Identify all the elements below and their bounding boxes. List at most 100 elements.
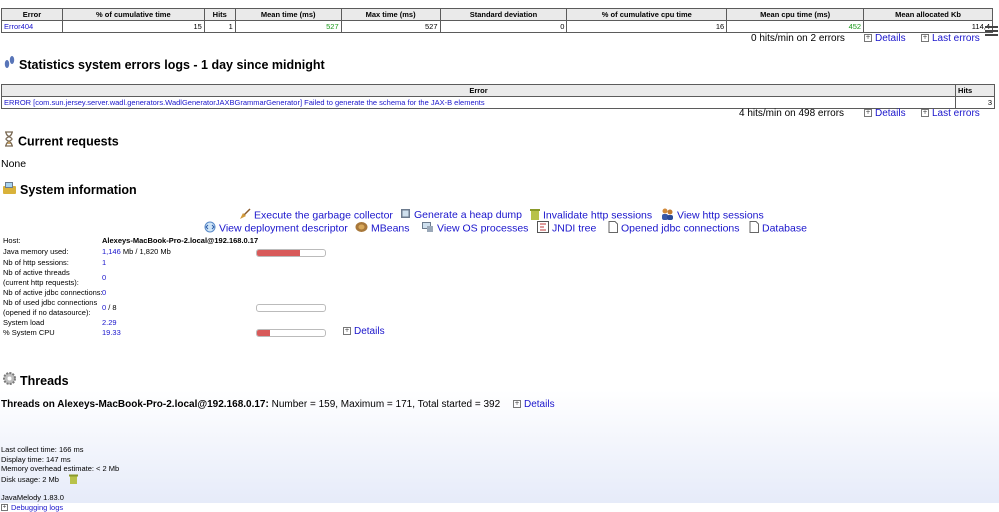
debug-logs-link[interactable]: +Debugging logs	[1, 503, 119, 512]
section-title: System information	[20, 183, 137, 197]
logs-last-errors-link[interactable]: +Last errors	[921, 108, 980, 119]
column-header: Mean cpu time (ms)	[727, 9, 864, 21]
computer-icon	[2, 180, 17, 200]
expand-icon: +	[343, 327, 351, 335]
memory-used-link[interactable]: 1,146	[102, 247, 121, 256]
jndi-tree-action[interactable]: JNDI tree	[537, 221, 596, 236]
column-header: Error	[2, 85, 956, 97]
mbeans-icon	[355, 221, 368, 236]
logs-details-link[interactable]: +Details	[864, 108, 906, 119]
version: JavaMelody 1.83.0	[1, 493, 119, 503]
used-jdbc-max: / 8	[106, 303, 116, 312]
deployment-descriptor-action[interactable]: View deployment descriptor	[204, 221, 348, 236]
xml-icon	[204, 221, 216, 236]
system-details-link[interactable]: +Details	[343, 326, 385, 337]
column-header: Standard deviation	[440, 9, 567, 21]
os-processes-action[interactable]: View OS processes	[421, 221, 528, 236]
host-value: Alexeys-MacBook-Pro-2.local@192.168.0.17	[102, 236, 258, 246]
host-label: Host:	[3, 236, 21, 246]
hamburger-menu-icon[interactable]	[985, 25, 998, 37]
column-header: Max time (ms)	[341, 9, 440, 21]
expand-icon: +	[1, 504, 8, 511]
threads-summary: Threads on Alexeys-MacBook-Pro-2.local@1…	[1, 399, 500, 410]
disk-usage: Disk usage: 2 Mb	[1, 474, 119, 487]
errors-details-link[interactable]: +Details	[864, 33, 906, 44]
memory-usage-bar	[256, 249, 326, 257]
load-link[interactable]: 2.29	[102, 318, 117, 328]
trash-icon[interactable]	[69, 474, 78, 487]
error-link[interactable]: Error404	[4, 22, 33, 31]
heap-dump-action[interactable]: Generate a heap dump	[400, 208, 522, 222]
threads-header: Threads	[2, 371, 69, 391]
current-requests-value: None	[1, 158, 26, 170]
display-time: Display time: 147 ms	[1, 455, 119, 465]
table-cell: 527	[235, 21, 341, 33]
table-cell: 114,4	[864, 21, 993, 33]
threads-details-link[interactable]: +Details	[513, 399, 555, 410]
table-cell: 16	[567, 21, 727, 33]
logs-table: Error Hits ERROR [com.sun.jersey.server.…	[1, 84, 995, 109]
section-title: Threads	[20, 374, 69, 388]
table-cell: 15	[62, 21, 204, 33]
column-header: Mean allocated Kb	[864, 9, 993, 21]
document-icon	[608, 221, 618, 236]
footprints-icon	[3, 55, 16, 75]
log-error-link[interactable]: ERROR [com.sun.jersey.server.wadl.genera…	[4, 98, 485, 107]
collect-time: Last collect time: 166 ms	[1, 445, 119, 455]
jdbc-label: Nb of active jdbc connections:	[3, 288, 103, 298]
cpu-link[interactable]: 19.33	[102, 328, 121, 338]
gear-icon	[2, 371, 17, 391]
column-header: % of cumulative time	[62, 9, 204, 21]
hourglass-icon	[3, 131, 15, 152]
table-cell: 3	[956, 97, 995, 109]
memory-label: Java memory used:	[3, 247, 68, 257]
section-title: Current requests	[18, 135, 119, 149]
used-jdbc-label: Nb of used jdbc connections (opened if n…	[3, 298, 97, 318]
column-header: Error	[2, 9, 63, 21]
table-row: ERROR [com.sun.jersey.server.wadl.genera…	[2, 97, 995, 109]
jdbc-usage-bar	[256, 304, 326, 312]
system-information-header: System information	[2, 180, 137, 200]
column-header: Mean time (ms)	[235, 9, 341, 21]
sessions-link[interactable]: 1	[102, 258, 106, 268]
errors-table-header: Error % of cumulative time Hits Mean tim…	[2, 9, 993, 21]
errors-summary: 0 hits/min on 2 errors	[751, 33, 845, 44]
expand-icon: +	[513, 400, 521, 408]
footer: Last collect time: 166 ms Display time: …	[1, 445, 119, 512]
current-requests-header: Current requests	[3, 131, 119, 152]
last-errors-link[interactable]: +Last errors	[921, 33, 980, 44]
memory-total: Mb / 1,820 Mb	[121, 247, 171, 256]
expand-icon: +	[864, 34, 872, 42]
cpu-usage-bar	[256, 329, 326, 337]
errors-table: Error % of cumulative time Hits Mean tim…	[1, 8, 993, 33]
table-row: Error404 15 1 527 527 0 16 452 114,4	[2, 21, 993, 33]
expand-icon: +	[921, 34, 929, 42]
cpu-label: % System CPU	[3, 328, 55, 338]
processes-icon	[421, 221, 434, 236]
threads-label: Nb of active threads (current http reque…	[3, 268, 79, 288]
mbeans-action[interactable]: MBeans	[355, 221, 410, 236]
logs-summary: 4 hits/min on 498 errors	[739, 108, 844, 119]
logs-table-header: Error Hits	[2, 85, 995, 97]
memory-overhead: Memory overhead estimate: < 2 Mb	[1, 464, 119, 474]
load-label: System load	[3, 318, 44, 328]
jndi-icon	[537, 221, 549, 236]
sessions-label: Nb of http sessions:	[3, 258, 69, 268]
heap-dump-icon	[400, 208, 411, 222]
expand-icon: +	[921, 109, 929, 117]
table-cell: 527	[341, 21, 440, 33]
expand-icon: +	[864, 109, 872, 117]
column-header: Hits	[204, 9, 235, 21]
jdbc-link[interactable]: 0	[102, 288, 106, 298]
table-cell: 452	[727, 21, 864, 33]
database-icon	[749, 221, 759, 236]
table-cell: 0	[440, 21, 567, 33]
database-action[interactable]: Database	[749, 221, 807, 236]
column-header: % of cumulative cpu time	[567, 9, 727, 21]
column-header: Hits	[956, 85, 995, 97]
table-cell: 1	[204, 21, 235, 33]
threads-link[interactable]: 0	[102, 273, 106, 283]
logs-section-header: Statistics system errors logs - 1 day si…	[3, 55, 325, 75]
jdbc-connections-action[interactable]: Opened jdbc connections	[608, 221, 740, 236]
section-title: Statistics system errors logs - 1 day si…	[19, 58, 325, 72]
